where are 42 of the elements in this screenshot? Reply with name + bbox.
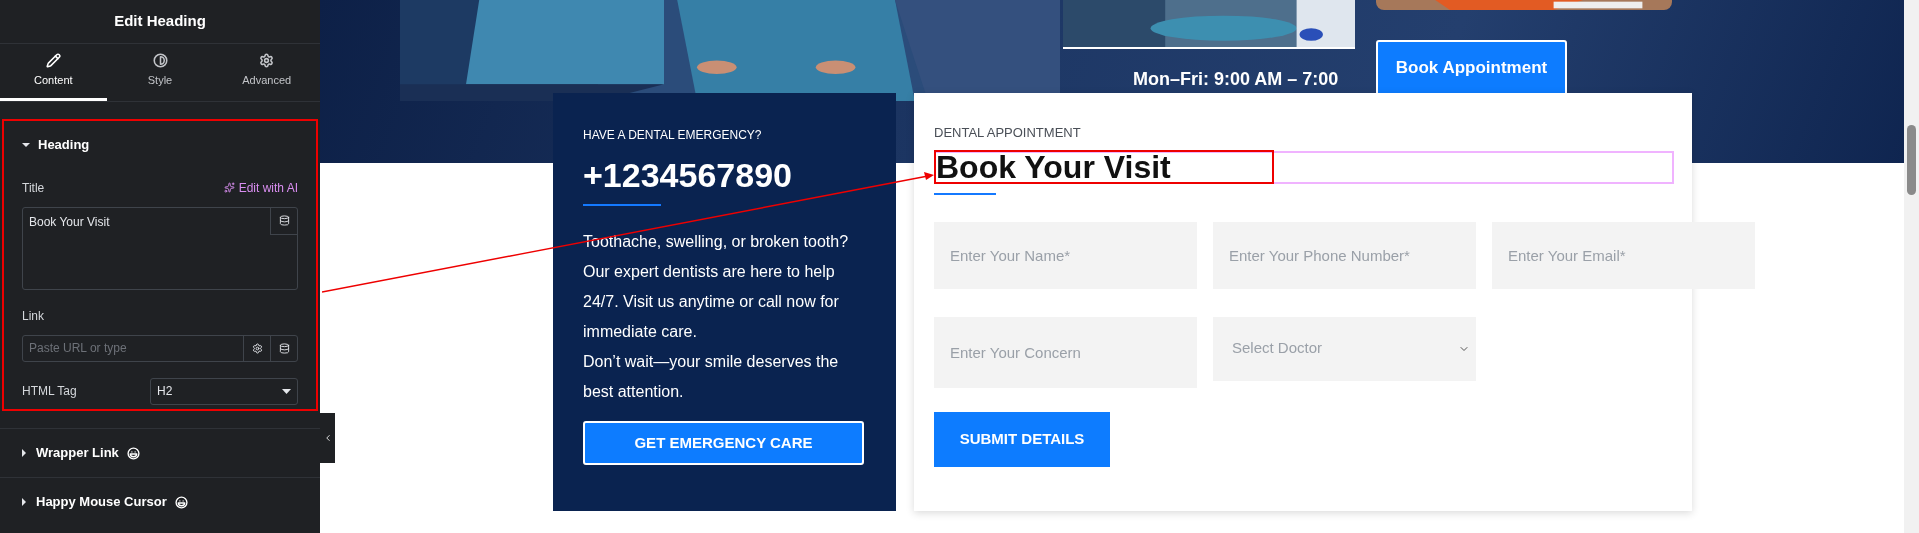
text-input[interactable]: Enter Your Email* xyxy=(1492,221,1755,289)
panel-tab[interactable]: Content xyxy=(0,44,107,101)
contrast-icon xyxy=(152,53,168,69)
settings-icon xyxy=(259,53,275,69)
text-input[interactable]: Enter Your Phone Number* xyxy=(1213,221,1476,289)
database-icon xyxy=(278,215,290,226)
scrollbar[interactable] xyxy=(1904,0,1919,533)
dynamic-tags-button[interactable] xyxy=(270,207,297,235)
book-appointment-button[interactable]: Book Appointment xyxy=(1376,40,1567,96)
form-eyebrow: DENTAL APPOINTMENT xyxy=(934,124,1082,142)
panel-tab[interactable]: Advanced xyxy=(213,44,320,101)
form-heading: Book Your Visit xyxy=(934,149,1274,184)
panel-tab[interactable]: Style xyxy=(106,44,214,101)
title-textarea[interactable]: Book Your Visit xyxy=(22,206,298,290)
laughing-face-icon xyxy=(126,446,140,460)
database-icon xyxy=(278,342,290,354)
emergency-care-button[interactable]: GET EMERGENCY CARE xyxy=(583,421,864,465)
field-label: Link xyxy=(22,307,45,325)
link-field[interactable]: Paste URL or type xyxy=(22,334,298,362)
card-eyebrow: HAVE A DENTAL EMERGENCY? xyxy=(583,127,763,144)
phone-number: +1234567890 xyxy=(583,156,793,194)
opening-hours: Mon–Fri: 9:00 AM – 7:00 xyxy=(1133,68,1339,90)
field-label: Title xyxy=(22,179,45,197)
settings-icon xyxy=(251,342,263,354)
panel-title: Edit Heading xyxy=(114,11,206,32)
section-title[interactable]: Heading xyxy=(38,135,90,155)
text-input[interactable]: Enter Your Name* xyxy=(934,221,1197,289)
textarea-value: Book Your Visit xyxy=(28,213,111,231)
caret-down-icon xyxy=(282,388,291,394)
sparkle-icon xyxy=(223,182,235,193)
submit-button[interactable]: SUBMIT DETAILS xyxy=(934,411,1110,467)
pencil-icon xyxy=(45,53,61,69)
text-input[interactable]: Enter Your Concern xyxy=(934,316,1197,388)
ai-edit-link[interactable]: Edit with AI xyxy=(223,178,298,197)
link-input[interactable]: Paste URL or type xyxy=(23,335,243,361)
field-label: HTML Tag xyxy=(22,383,77,400)
laughing-face-icon xyxy=(174,495,188,509)
section-title[interactable]: Wrapper Link xyxy=(36,443,119,463)
section-title[interactable]: Happy Mouse Cursor xyxy=(36,492,167,512)
card-paragraph: Don’t wait—your smile deserves the best attention. xyxy=(583,352,840,402)
html-tag-select[interactable]: H2 xyxy=(150,377,298,405)
card-paragraph: Toothache, swelling, or broken tooth? Our expert dentists are here to help 24/7. Visit us anytime or call now for immediate care. xyxy=(583,232,850,342)
